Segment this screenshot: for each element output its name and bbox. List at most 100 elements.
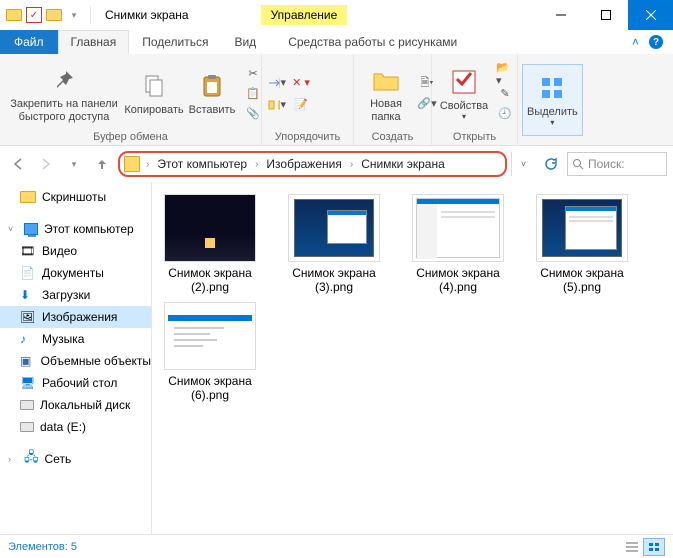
address-dropdown[interactable]: ˅ xyxy=(511,152,535,176)
tree-item-local-disk[interactable]: Локальный диск xyxy=(0,394,151,416)
icons-view-button[interactable] xyxy=(643,538,665,556)
thumbnail xyxy=(164,194,256,262)
forward-button[interactable] xyxy=(34,152,58,176)
file-item[interactable]: Снимок экрана (4).png xyxy=(408,194,508,294)
crumb-pictures[interactable]: Изображения xyxy=(260,157,347,171)
tree-item-network[interactable]: ›🖧Сеть xyxy=(0,448,151,470)
back-button[interactable] xyxy=(6,152,30,176)
ribbon-tabs: Файл Главная Поделиться Вид Средства раб… xyxy=(0,30,673,54)
tab-picture-tools[interactable]: Средства работы с рисунками xyxy=(275,30,470,54)
details-view-button[interactable] xyxy=(621,538,643,556)
thumbnail xyxy=(288,194,380,262)
paste-shortcut-icon[interactable]: 📎 xyxy=(244,106,262,122)
copy-icon xyxy=(138,70,170,102)
up-button[interactable] xyxy=(90,152,114,176)
group-clipboard-label: Буфер обмена xyxy=(4,131,257,145)
file-name: Снимок экрана (4).png xyxy=(408,266,508,294)
crumb-this-pc[interactable]: Этот компьютер xyxy=(151,157,253,171)
file-name: Снимок экрана (2).png xyxy=(160,266,260,294)
paste-button[interactable]: Вставить xyxy=(184,58,240,130)
folder-icon xyxy=(124,156,140,172)
chevron-right-icon[interactable]: › xyxy=(253,159,260,170)
chevron-right-icon[interactable]: ˅ xyxy=(8,224,18,234)
file-name: Снимок экрана (3).png xyxy=(284,266,384,294)
group-new-label: Создать xyxy=(358,131,427,145)
refresh-button[interactable] xyxy=(539,152,563,176)
ribbon: Закрепить на панели быстрого доступа Коп… xyxy=(0,54,673,146)
address-bar-row: ▾ › Этот компьютер › Изображения › Снимк… xyxy=(0,146,673,182)
copy-button[interactable]: Копировать xyxy=(126,58,182,130)
copy-path-icon[interactable]: 📋 xyxy=(244,86,262,102)
file-name: Снимок экрана (5).png xyxy=(532,266,632,294)
qat-dropdown-icon[interactable]: ▾ xyxy=(66,7,82,23)
drive-icon xyxy=(20,422,34,432)
titlebar: ✓ ▾ Снимки экрана Управление xyxy=(0,0,673,30)
ribbon-collapse-icon[interactable]: ˄ xyxy=(632,35,639,49)
tree-item-this-pc[interactable]: ˅Этот компьютер xyxy=(0,218,151,240)
file-item[interactable]: Снимок экрана (6).png xyxy=(160,302,260,402)
tab-view[interactable]: Вид xyxy=(221,30,269,54)
video-icon: 🎞 xyxy=(20,244,36,258)
move-to-icon[interactable]: ▾ xyxy=(268,75,286,91)
properties-button[interactable]: Свойства▾ xyxy=(436,58,492,130)
tree-item-3d-objects[interactable]: ▣Объемные объекты xyxy=(0,350,151,372)
search-input[interactable]: Поиск: xyxy=(567,152,667,176)
window-title: Снимки экрана xyxy=(93,0,201,30)
recent-locations-button[interactable]: ▾ xyxy=(62,152,86,176)
chevron-right-icon[interactable]: › xyxy=(8,454,18,464)
tree-item-documents[interactable]: 📄Документы xyxy=(0,262,151,284)
item-count: Элементов: 5 xyxy=(8,541,77,553)
edit-icon[interactable]: ✎ xyxy=(496,86,514,102)
tree-item-screenshots[interactable]: Скриншоты xyxy=(0,186,151,208)
tree-item-videos[interactable]: 🎞Видео xyxy=(0,240,151,262)
file-item[interactable]: Снимок экрана (3).png xyxy=(284,194,384,294)
folder-icon xyxy=(20,191,36,203)
open-icon[interactable]: 📂▾ xyxy=(496,66,514,82)
tree-item-music[interactable]: ♪Музыка xyxy=(0,328,151,350)
copy-to-icon[interactable]: ▾ xyxy=(268,97,286,113)
folder-icon xyxy=(6,7,22,23)
group-open-label: Открыть xyxy=(436,131,513,145)
download-icon: ⬇ xyxy=(20,288,36,302)
chevron-right-icon[interactable]: › xyxy=(348,159,355,170)
group-organize-label: Упорядочить xyxy=(266,131,349,145)
navigation-tree: Скриншоты ˅Этот компьютер 🎞Видео 📄Докуме… xyxy=(0,182,152,534)
chevron-right-icon[interactable]: › xyxy=(144,159,151,170)
thumbnail xyxy=(536,194,628,262)
file-item[interactable]: Снимок экрана (5).png xyxy=(532,194,632,294)
properties-icon xyxy=(448,66,480,98)
crumb-screenshots[interactable]: Снимки экрана xyxy=(355,157,451,171)
tree-item-pictures[interactable]: 🖼Изображения xyxy=(0,306,151,328)
new-folder-button[interactable]: Новая папка xyxy=(358,58,414,130)
tree-item-downloads[interactable]: ⬇Загрузки xyxy=(0,284,151,306)
quick-access-toolbar: ✓ ▾ xyxy=(0,0,88,30)
pictures-icon: 🖼 xyxy=(20,310,36,324)
document-icon: 📄 xyxy=(20,266,36,280)
delete-icon[interactable]: ✕ ▾ xyxy=(292,75,310,91)
music-icon: ♪ xyxy=(20,332,36,346)
maximize-button[interactable] xyxy=(583,0,628,30)
qat-checkbox-icon[interactable]: ✓ xyxy=(26,7,42,23)
tab-share[interactable]: Поделиться xyxy=(129,30,221,54)
search-icon xyxy=(572,158,584,170)
help-icon[interactable]: ? xyxy=(649,35,663,49)
folder-icon xyxy=(46,7,62,23)
close-button[interactable] xyxy=(628,0,673,30)
thumbnail xyxy=(412,194,504,262)
objects-3d-icon: ▣ xyxy=(20,354,35,368)
drive-icon xyxy=(20,400,34,410)
select-button[interactable]: Выделить▾ xyxy=(522,64,583,136)
pin-button[interactable]: Закрепить на панели быстрого доступа xyxy=(4,58,124,130)
window-controls xyxy=(538,0,673,30)
tab-file[interactable]: Файл xyxy=(0,30,58,54)
history-icon[interactable]: 🕘 xyxy=(496,106,514,122)
tab-home[interactable]: Главная xyxy=(58,30,130,54)
pin-icon xyxy=(48,64,80,96)
tree-item-desktop[interactable]: 🖥Рабочий стол xyxy=(0,372,151,394)
minimize-button[interactable] xyxy=(538,0,583,30)
breadcrumb[interactable]: › Этот компьютер › Изображения › Снимки … xyxy=(118,151,507,177)
tree-item-data-e[interactable]: data (E:) xyxy=(0,416,151,438)
rename-icon[interactable]: 📝 xyxy=(292,97,310,113)
cut-icon[interactable]: ✂ xyxy=(244,66,262,82)
file-item[interactable]: Снимок экрана (2).png xyxy=(160,194,260,294)
